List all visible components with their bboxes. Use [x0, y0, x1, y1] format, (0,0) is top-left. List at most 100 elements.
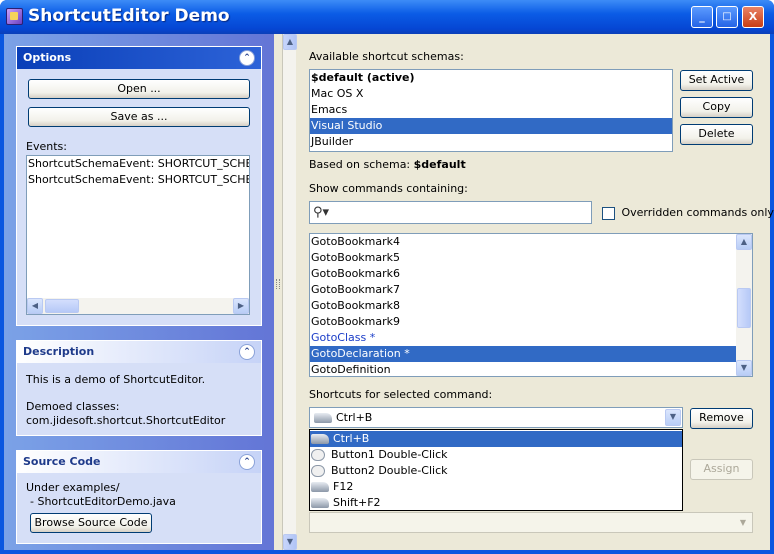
- command-item[interactable]: GotoBookmark5: [310, 250, 752, 266]
- dropdown-item-selected[interactable]: Ctrl+B: [310, 431, 682, 447]
- source-file-label: - ShortcutEditorDemo.java: [30, 495, 176, 508]
- set-active-button[interactable]: Set Active: [680, 70, 753, 91]
- event-row[interactable]: ShortcutSchemaEvent: SHORTCUT_SCHEMA_I: [27, 156, 249, 172]
- description-header[interactable]: Description ⌃: [17, 341, 261, 363]
- open-button[interactable]: Open ...: [28, 79, 250, 99]
- copy-button[interactable]: Copy: [680, 97, 753, 118]
- source-code-title: Source Code: [23, 455, 101, 468]
- shortcuts-label: Shortcuts for selected command:: [309, 388, 493, 401]
- save-as-button[interactable]: Save as ...: [28, 107, 250, 127]
- scroll-down-icon[interactable]: ▼: [736, 360, 752, 376]
- delete-button[interactable]: Delete: [680, 124, 753, 145]
- splitter[interactable]: [274, 34, 282, 550]
- schema-item[interactable]: Emacs: [310, 102, 672, 118]
- client-area: Options ⌃ Open ... Save as ... Events: S…: [4, 34, 774, 550]
- keyboard-icon: [311, 482, 329, 492]
- commands-list[interactable]: GotoBookmark4 GotoBookmark5 GotoBookmark…: [309, 233, 753, 377]
- scroll-up-icon[interactable]: ▲: [283, 34, 297, 50]
- command-item[interactable]: GotoBookmark7: [310, 282, 752, 298]
- minimize-button[interactable]: _: [691, 6, 713, 28]
- command-item[interactable]: GotoBookmark9: [310, 314, 752, 330]
- collapse-icon[interactable]: ⌃: [239, 344, 255, 360]
- scroll-thumb[interactable]: [737, 288, 751, 328]
- combo-value: Ctrl+B: [314, 411, 372, 424]
- schemas-label: Available shortcut schemas:: [309, 50, 464, 63]
- chevron-down-icon[interactable]: ▼: [735, 514, 751, 531]
- command-item-overridden[interactable]: GotoClass *: [310, 330, 752, 346]
- splitter-grip[interactable]: [276, 279, 280, 289]
- dropdown-item-label: Ctrl+B: [333, 432, 370, 445]
- overridden-label: Overridden commands only: [621, 206, 774, 219]
- chevron-down-icon[interactable]: ▼: [665, 409, 681, 426]
- schema-item-selected[interactable]: Visual Studio: [310, 118, 672, 134]
- combo-value-text: Ctrl+B: [336, 411, 373, 424]
- events-list[interactable]: ShortcutSchemaEvent: SHORTCUT_SCHEMA_I S…: [26, 155, 250, 315]
- browse-source-button[interactable]: Browse Source Code: [30, 513, 152, 533]
- scroll-left-icon[interactable]: ◀: [27, 298, 43, 314]
- scroll-right-icon[interactable]: ▶: [233, 298, 249, 314]
- maximize-button[interactable]: □: [716, 6, 738, 28]
- mouse-icon: [311, 465, 325, 477]
- assign-button[interactable]: Assign: [690, 459, 753, 480]
- scroll-down-icon[interactable]: ▼: [283, 534, 297, 550]
- description-panel: Description ⌃ This is a demo of Shortcut…: [16, 340, 262, 436]
- collapse-icon[interactable]: ⌃: [239, 50, 255, 66]
- commands-label: Show commands containing:: [309, 182, 468, 195]
- description-text: This is a demo of ShortcutEditor.: [26, 373, 206, 386]
- event-row[interactable]: ShortcutSchemaEvent: SHORTCUT_SCHEMA_I: [27, 172, 249, 188]
- disabled-combo[interactable]: ▼: [309, 512, 753, 533]
- based-on-schema: Based on schema: $default: [309, 158, 466, 171]
- left-task-pane: Options ⌃ Open ... Save as ... Events: S…: [4, 34, 274, 550]
- title-bar[interactable]: ShortcutEditor Demo _ □ X: [0, 0, 774, 34]
- events-horizontal-scrollbar[interactable]: ◀ ▶: [27, 298, 249, 314]
- description-title: Description: [23, 345, 95, 358]
- demoed-class-name: com.jidesoft.shortcut.ShortcutEditor: [26, 414, 226, 427]
- options-title: Options: [23, 51, 72, 64]
- options-header[interactable]: Options ⌃: [17, 47, 261, 69]
- demoed-classes-label: Demoed classes:: [26, 400, 120, 413]
- dropdown-item[interactable]: F12: [310, 479, 682, 495]
- dropdown-item-label: Button2 Double-Click: [331, 464, 448, 477]
- schema-item[interactable]: Mac OS X: [310, 86, 672, 102]
- schemas-list[interactable]: $default (active) Mac OS X Emacs Visual …: [309, 69, 673, 152]
- command-item-selected[interactable]: GotoDeclaration *: [310, 346, 752, 362]
- dropdown-item[interactable]: Button2 Double-Click: [310, 463, 682, 479]
- dropdown-item[interactable]: Button1 Double-Click: [310, 447, 682, 463]
- keyboard-icon: [314, 413, 332, 423]
- mouse-icon: [311, 449, 325, 461]
- dropdown-item-label: F12: [333, 480, 354, 493]
- dropdown-item-label: Button1 Double-Click: [331, 448, 448, 461]
- keyboard-icon: [311, 498, 329, 508]
- schema-item[interactable]: $default (active): [310, 70, 672, 86]
- window: ShortcutEditor Demo _ □ X Options ⌃ Open…: [0, 0, 774, 554]
- source-code-header[interactable]: Source Code ⌃: [17, 451, 261, 473]
- overridden-checkbox[interactable]: [602, 206, 615, 220]
- command-item[interactable]: GotoBookmark8: [310, 298, 752, 314]
- app-icon: [6, 8, 23, 25]
- command-item[interactable]: GotoBookmark6: [310, 266, 752, 282]
- source-under-label: Under examples/: [26, 481, 120, 494]
- events-label: Events:: [26, 140, 67, 153]
- scroll-thumb[interactable]: [45, 299, 79, 313]
- keyboard-icon: [311, 434, 329, 444]
- remove-button[interactable]: Remove: [690, 408, 753, 429]
- options-panel: Options ⌃ Open ... Save as ... Events: S…: [16, 46, 262, 326]
- search-icon[interactable]: ⚲▾: [313, 205, 329, 220]
- based-on-value: $default: [413, 158, 466, 171]
- command-item[interactable]: GotoDefinition: [310, 362, 752, 376]
- close-button[interactable]: X: [742, 6, 764, 28]
- overridden-checkbox-row[interactable]: Overridden commands only: [602, 206, 774, 220]
- pane-scrollbar[interactable]: ▲ ▼: [282, 34, 297, 550]
- dropdown-item[interactable]: Shift+F2: [310, 495, 682, 510]
- shortcut-dropdown[interactable]: Ctrl+B Button1 Double-Click Button2 Doub…: [309, 429, 683, 511]
- window-title: ShortcutEditor Demo: [28, 6, 230, 26]
- command-search-input[interactable]: ⚲▾: [309, 201, 592, 224]
- command-item[interactable]: GotoBookmark4: [310, 234, 752, 250]
- source-code-panel: Source Code ⌃ Under examples/ - Shortcut…: [16, 450, 262, 544]
- scroll-up-icon[interactable]: ▲: [736, 234, 752, 250]
- shortcut-combo[interactable]: Ctrl+B ▼: [309, 407, 683, 428]
- commands-vertical-scrollbar[interactable]: ▲ ▼: [736, 234, 752, 376]
- schema-item[interactable]: JBuilder: [310, 134, 672, 150]
- collapse-icon[interactable]: ⌃: [239, 454, 255, 470]
- dropdown-item-label: Shift+F2: [333, 496, 381, 509]
